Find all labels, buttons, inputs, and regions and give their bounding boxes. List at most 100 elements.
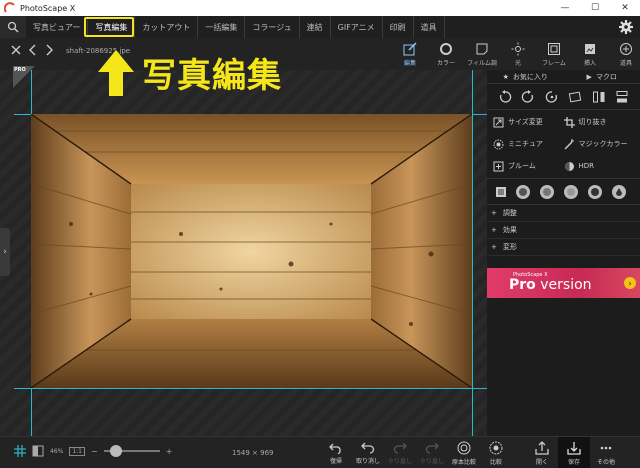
bloom-icon (493, 161, 504, 171)
tab-edit[interactable]: 編集 (392, 38, 428, 70)
tab-tools[interactable]: 道具 (608, 38, 640, 70)
undo-button[interactable]: 取り消し (352, 437, 384, 468)
compare-original-icon (457, 441, 471, 454)
tab-edit-label: 編集 (403, 59, 416, 67)
compare-original-button[interactable]: 原本比較 (448, 437, 480, 468)
banner-pro-word: Pro (509, 277, 536, 293)
pro-badge-text: PRO (14, 67, 26, 73)
photo-wooden-box[interactable] (31, 114, 472, 388)
rotate-left-icon[interactable] (498, 89, 512, 104)
save-button[interactable]: 保存 (558, 437, 590, 468)
favorites-button[interactable]: ★ お気に入り (487, 70, 564, 83)
sharpen-icon[interactable] (587, 184, 603, 200)
maximize-button[interactable]: ☐ (580, 0, 610, 16)
grid-icon[interactable] (14, 445, 26, 457)
tab-frame[interactable]: フレーム (536, 38, 572, 70)
menu-batch[interactable]: 一括編集 (198, 16, 246, 38)
menu-photo-viewer[interactable]: 写真ビュアー (26, 16, 89, 38)
menu-gif[interactable]: GIFアニメ (331, 16, 383, 38)
zoom-slider-knob[interactable] (110, 445, 123, 457)
open-label: 開く (535, 458, 548, 466)
close-image-icon[interactable] (10, 44, 22, 56)
macro-label: マクロ (595, 72, 617, 81)
save-icon (567, 441, 581, 455)
resize-label: サイズ変更 (508, 118, 543, 126)
banner-version-word: version (535, 277, 592, 293)
right-tool-panel: ★ お気に入り ▶ マクロ サイズ変更 切り抜き ミニチュア マジックカラー ブルー… (487, 70, 640, 436)
menu-print[interactable]: 印刷 (383, 16, 414, 38)
straighten-icon[interactable] (568, 90, 582, 104)
redo-icon (393, 442, 407, 454)
magic-color-label: マジックカラー (578, 140, 628, 148)
window-title: PhotoScape X (20, 3, 76, 13)
play-icon: ▶ (586, 72, 592, 81)
rotate-free-icon[interactable] (545, 90, 559, 104)
next-image-icon[interactable] (44, 44, 54, 56)
banner-arrow-icon: › (624, 277, 636, 289)
tab-light-label: 光 (514, 59, 521, 67)
pro-version-banner[interactable]: PhotoScape X Pro version › (487, 268, 640, 298)
section-adjust[interactable]: + 調整 (487, 205, 640, 222)
revert-button[interactable]: 復帰 (320, 437, 352, 468)
menu-combine[interactable]: 連結 (300, 16, 331, 38)
settings-gear-icon[interactable] (618, 19, 634, 35)
redo-all-button[interactable]: やり直し (416, 437, 448, 468)
flip-vertical-icon[interactable] (615, 90, 629, 104)
section-adjust-label: 調整 (502, 209, 517, 217)
macro-button[interactable]: ▶ マクロ (564, 70, 640, 83)
section-transform[interactable]: + 変形 (487, 239, 640, 256)
prev-image-icon[interactable] (28, 44, 38, 56)
crop-label: 切り抜き (578, 118, 607, 126)
menu-list-icon[interactable] (495, 186, 507, 198)
tab-film[interactable]: フィルム調 (464, 38, 500, 70)
flip-horizontal-icon[interactable] (592, 90, 606, 104)
open-button[interactable]: 開く (526, 437, 558, 468)
zoom-in-icon[interactable]: + (166, 447, 173, 456)
plus-icon: + (491, 209, 497, 217)
app-logo-icon (4, 2, 15, 13)
film-icon (476, 43, 488, 54)
insert-icon (585, 43, 595, 54)
expand-left-panel-handle[interactable]: › (0, 228, 10, 276)
tab-film-label: フィルム調 (467, 59, 497, 67)
undo-icon (361, 442, 375, 454)
save-label: 保存 (567, 458, 580, 466)
tab-frame-label: フレーム (542, 59, 566, 67)
bloom-button[interactable]: ブルーム (493, 158, 564, 174)
menu-cutout[interactable]: カットアウト (135, 16, 199, 38)
minimize-button[interactable]: — (550, 0, 580, 16)
section-effects[interactable]: + 効果 (487, 222, 640, 239)
zoom-percent: 46% (50, 447, 64, 455)
tab-light[interactable]: 光 (500, 38, 536, 70)
magic-color-button[interactable]: マジックカラー (564, 136, 635, 152)
section-transform-label: 変形 (502, 243, 517, 251)
star-icon: ★ (502, 72, 509, 81)
resize-icon (493, 117, 504, 127)
zoom-slider[interactable] (103, 445, 160, 457)
miniature-button[interactable]: ミニチュア (493, 136, 564, 152)
menu-collage[interactable]: コラージュ (245, 16, 300, 38)
drop-icon[interactable] (611, 184, 627, 200)
film-effect-icon[interactable] (539, 184, 555, 200)
compare-label: 比較 (489, 458, 502, 466)
more-button[interactable]: その他 (590, 437, 622, 468)
hdr-label: HDR (578, 162, 595, 170)
tab-color-label: カラー (436, 59, 455, 67)
vignette-icon[interactable] (515, 184, 531, 200)
zoom-out-icon[interactable]: − (91, 447, 98, 456)
hdr-button[interactable]: HDR (564, 158, 635, 174)
close-button[interactable]: ✕ (610, 0, 640, 16)
compare-button[interactable]: 比較 (480, 437, 512, 468)
color-icon (440, 42, 452, 55)
rotate-right-icon[interactable] (521, 89, 535, 104)
crop-button[interactable]: 切り抜き (563, 114, 635, 130)
actual-size-button[interactable]: 1:1 (69, 446, 85, 456)
tab-color[interactable]: カラー (428, 38, 464, 70)
search-button[interactable] (0, 16, 26, 38)
tab-insert[interactable]: 挿入 (572, 38, 608, 70)
soft-effect-icon[interactable] (563, 184, 579, 200)
resize-button[interactable]: サイズ変更 (493, 114, 564, 130)
menu-tools[interactable]: 道具 (414, 16, 445, 38)
split-view-icon[interactable] (32, 445, 44, 457)
redo-button[interactable]: やり直し (384, 437, 416, 468)
